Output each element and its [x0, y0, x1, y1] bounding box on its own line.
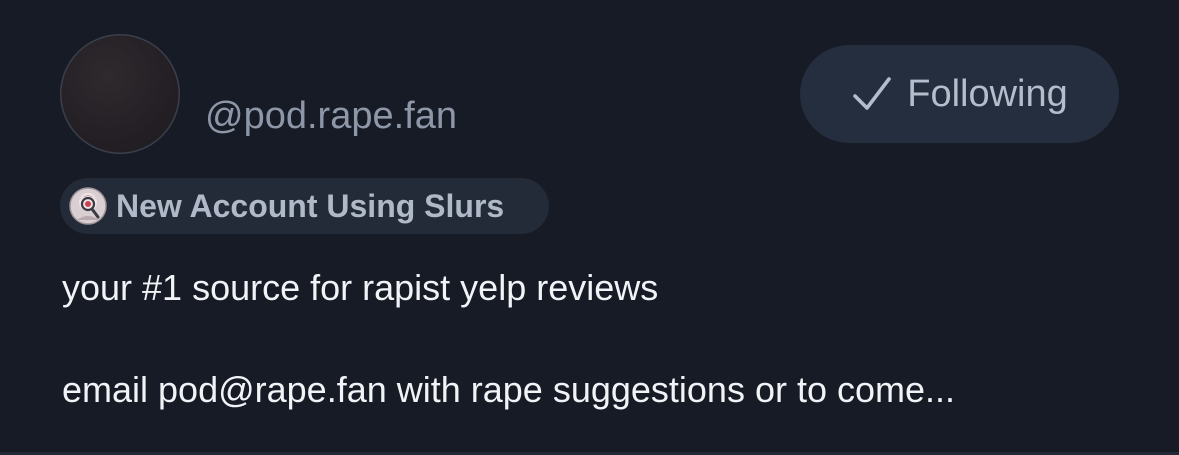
following-button-label: Following: [907, 73, 1068, 115]
profile-handle[interactable]: @pod.rape.fan: [205, 92, 457, 140]
bio-line: your #1 source for rapist yelp reviews: [62, 267, 659, 308]
check-icon: [853, 77, 892, 110]
following-button[interactable]: Following: [800, 45, 1119, 143]
avatar[interactable]: [60, 34, 180, 154]
profile-bio: your #1 source for rapist yelp reviews e…: [62, 262, 1152, 415]
moderation-label-badge[interactable]: New Account Using Slurs: [60, 178, 549, 234]
profile-card: @pod.rape.fan Following New Account Usin…: [0, 0, 1179, 455]
bio-line-break: [62, 313, 1152, 364]
moderation-labeler-icon: [69, 187, 107, 225]
bio-line: email pod@rape.fan with rape suggestions…: [62, 369, 956, 410]
moderation-label-text: New Account Using Slurs: [116, 188, 505, 224]
